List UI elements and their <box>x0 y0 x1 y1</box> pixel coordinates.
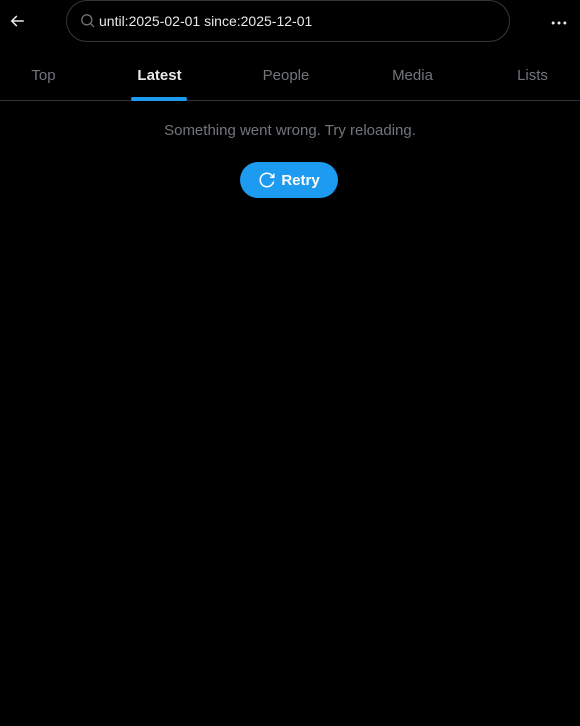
search-tabs: Top Latest People Media Lists <box>0 49 580 101</box>
tab-label: Latest <box>137 66 182 84</box>
error-message: Something went wrong. Try reloading. <box>164 122 416 139</box>
refresh-icon <box>259 172 275 188</box>
retry-button[interactable]: Retry <box>240 162 338 198</box>
tab-label: Lists <box>517 66 548 84</box>
top-bar <box>0 0 580 46</box>
back-button[interactable] <box>2 6 32 36</box>
arrow-left-icon <box>10 15 24 27</box>
tab-latest[interactable]: Latest <box>87 49 232 101</box>
more-options-button[interactable] <box>544 8 574 38</box>
tab-top[interactable]: Top <box>0 49 87 101</box>
search-input[interactable] <box>99 9 499 33</box>
retry-label: Retry <box>281 171 320 189</box>
tab-label: Top <box>31 66 56 84</box>
search-box[interactable] <box>66 0 510 42</box>
tab-label: People <box>262 66 310 84</box>
tab-media[interactable]: Media <box>340 49 485 101</box>
tab-lists[interactable]: Lists <box>485 49 580 101</box>
tab-label: Media <box>392 66 433 84</box>
tab-people[interactable]: People <box>232 49 340 101</box>
search-icon <box>81 14 95 28</box>
more-horizontal-icon <box>551 21 567 25</box>
active-tab-indicator <box>131 97 187 101</box>
